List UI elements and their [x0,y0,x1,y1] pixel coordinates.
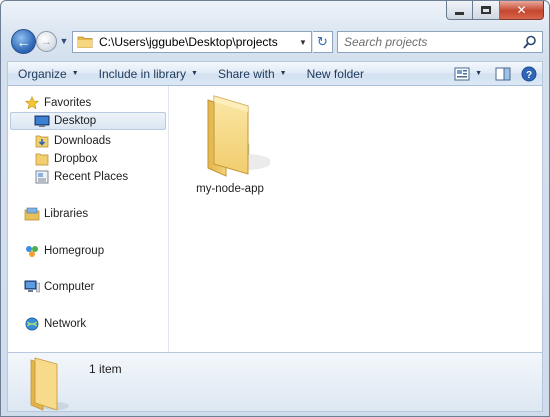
file-name[interactable]: my-node-app [190,183,270,195]
include-in-library-menu[interactable]: Include in library ▼ [89,62,208,85]
chevron-down-icon: ▼ [191,70,198,77]
new-folder-label: New folder [306,66,364,81]
minimize-icon [455,11,464,15]
command-bar: Organize ▼ Include in library ▼ Share wi… [7,61,543,86]
help-button[interactable]: ? [516,62,542,85]
folder-icon [77,36,93,48]
refresh-button[interactable]: ↻ [313,31,333,53]
navigation-pane: Favorites Desktop Downloads Dropbox Rece… [8,86,169,352]
nav-item-label: Desktop [54,115,97,127]
caption-buttons: ✕ [446,1,544,20]
nav-item-desktop[interactable]: Desktop [10,112,166,130]
downloads-icon [34,133,50,149]
nav-item-recent-places[interactable]: Recent Places [34,168,128,186]
nav-computer-label: Computer [44,281,95,293]
close-button[interactable]: ✕ [500,1,544,20]
new-folder-button[interactable]: New folder [297,62,374,85]
nav-network-label: Network [44,318,87,330]
dropbox-folder-icon [34,151,50,167]
include-in-library-label: Include in library [98,66,187,81]
share-with-menu[interactable]: Share with ▼ [208,62,297,85]
back-button[interactable]: ← [11,29,36,54]
nav-item-dropbox[interactable]: Dropbox [34,150,97,168]
computer-icon [24,279,40,295]
chevron-down-icon: ▼ [299,37,307,47]
chevron-down-icon: ▼ [71,70,79,77]
search-input[interactable] [344,35,522,49]
command-bar-right: ▼ ? [449,62,542,85]
star-icon [24,95,40,111]
nav-homegroup[interactable]: Homegroup [24,242,104,260]
explorer-window: ✕ ← → ▼ C:\Users\jggube\Desktop\projects… [0,0,550,417]
nav-network[interactable]: Network [24,315,86,333]
details-pane: 1 item [7,352,543,412]
svg-text:?: ? [526,70,532,81]
nav-libraries-label: Libraries [44,208,89,220]
forward-button[interactable]: → [36,31,57,52]
file-list: my-node-app [170,86,542,352]
preview-pane-icon [495,67,511,80]
recent-places-icon [34,169,50,185]
nav-libraries[interactable]: Libraries [24,205,88,223]
chevron-down-icon[interactable]: ▼ [475,70,482,77]
chevron-down-icon: ▼ [59,36,69,46]
nav-favorites-label: Favorites [44,97,92,109]
folder-icon [30,357,69,411]
search-box[interactable] [337,31,543,53]
arrow-left-icon: ← [16,33,31,50]
item-count: 1 item [89,362,122,376]
address-bar[interactable]: C:\Users\jggube\Desktop\projects ▼ [72,31,312,53]
change-view-button[interactable] [449,62,475,85]
minimize-button[interactable] [446,1,473,20]
nav-computer[interactable]: Computer [24,278,95,296]
view-icon [454,67,470,80]
network-icon [24,316,40,332]
maximize-button[interactable] [473,1,500,20]
folder-icon [207,95,272,177]
chevron-down-icon: ▼ [279,70,287,77]
share-with-label: Share with [217,66,275,81]
address-path[interactable]: C:\Users\jggube\Desktop\projects [99,35,295,49]
help-icon: ? [521,66,537,81]
nav-item-label: Recent Places [54,171,129,183]
content-area: Favorites Desktop Downloads Dropbox Rece… [7,86,543,352]
refresh-icon: ↻ [317,34,328,49]
homegroup-icon [24,243,40,259]
arrow-right-icon: → [41,35,52,48]
nav-item-label: Dropbox [54,153,98,165]
nav-favorites[interactable]: Favorites [24,94,91,112]
close-icon: ✕ [516,3,527,17]
desktop-icon [34,113,50,129]
folder-item[interactable]: my-node-app [190,92,272,195]
search-icon [523,35,536,49]
nav-item-label: Downloads [54,135,111,147]
nav-item-downloads[interactable]: Downloads [34,132,111,150]
organize-label: Organize [18,66,67,81]
libraries-icon [24,206,40,222]
maximize-icon [481,6,491,14]
nav-homegroup-label: Homegroup [44,245,105,257]
recent-pages-button[interactable]: ▼ [59,35,69,47]
navigation-row: ← → ▼ C:\Users\jggube\Desktop\projects ▼… [9,29,543,55]
address-dropdown-button[interactable]: ▼ [295,32,311,52]
preview-pane-button[interactable] [490,62,516,85]
organize-menu[interactable]: Organize ▼ [8,62,89,85]
